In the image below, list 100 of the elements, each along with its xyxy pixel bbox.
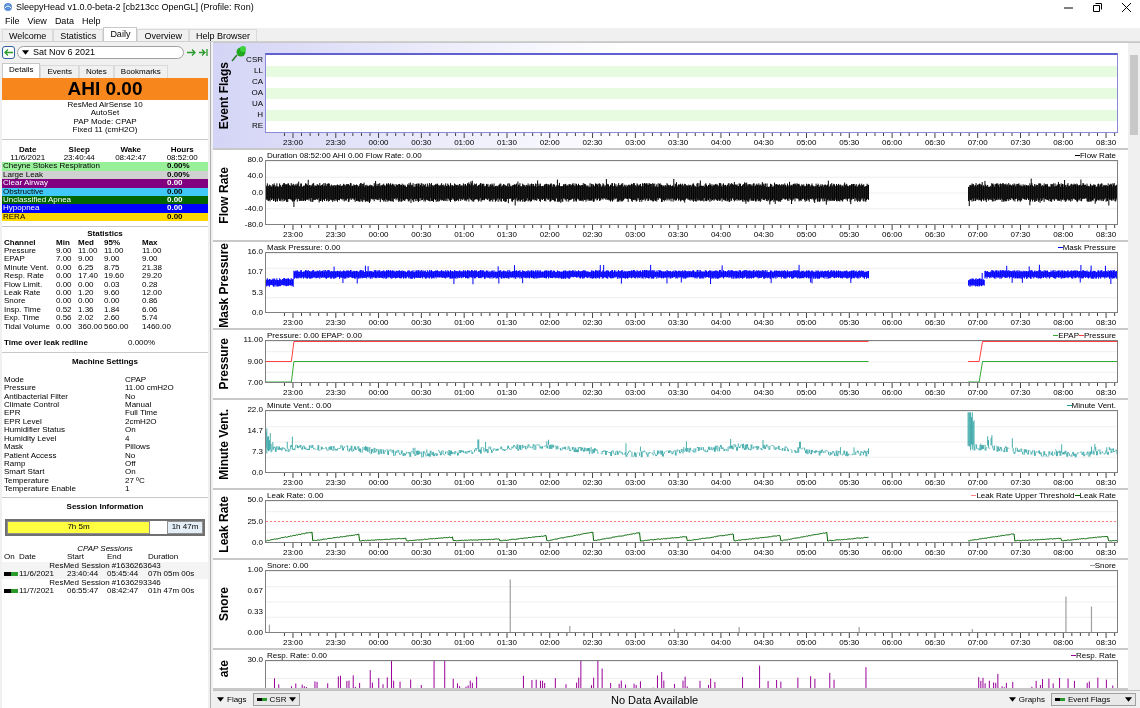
axis-tick-label: 0.0 xyxy=(251,539,263,547)
close-icon[interactable] xyxy=(1122,2,1131,12)
axis-tick-label: 1.00 xyxy=(247,566,263,574)
setting-name: Pressure xyxy=(4,384,37,393)
session-segment[interactable]: 7h 5m xyxy=(7,520,150,534)
scrollbar[interactable] xyxy=(1128,43,1140,690)
table-cell-text: Exp. Time xyxy=(4,314,41,323)
axis-tick-label: 07:00 xyxy=(967,319,988,327)
tab[interactable]: Notes xyxy=(78,65,114,78)
axis-tick-label: 06:00 xyxy=(882,319,903,327)
graph-label: Leak Rate xyxy=(217,495,231,553)
axis-tick-label: 05:00 xyxy=(796,319,817,327)
table-cell-text: 5.74 xyxy=(142,314,159,323)
session-enabled-indicator[interactable] xyxy=(4,589,18,594)
column-header: Max xyxy=(142,238,159,247)
session-enabled-indicator[interactable] xyxy=(4,572,18,577)
legend-label: Snore xyxy=(1094,561,1116,570)
axis-tick-label: 05:00 xyxy=(796,231,817,239)
axis-tick-label: 5.3 xyxy=(251,288,263,297)
status-message: No Data Available xyxy=(610,693,700,706)
tab[interactable]: Details xyxy=(2,63,41,78)
setting-value: 11.00 cmH2O xyxy=(125,384,175,393)
axis-tick-label: 23:00 xyxy=(282,549,303,557)
arrow-right-icon[interactable] xyxy=(187,48,196,56)
index-value: 0.00% xyxy=(167,162,191,171)
table-cell-text: 560.00 xyxy=(104,322,130,332)
index-value: 0.00 xyxy=(167,179,184,188)
column-header: Date xyxy=(18,145,38,155)
caret-icon xyxy=(1008,697,1016,702)
graphs-dropdown[interactable]: Event Flags xyxy=(1051,693,1136,706)
skip-to-end-icon[interactable] xyxy=(199,48,208,56)
table-cell-text: 2.60 xyxy=(104,314,121,323)
axis-tick-label: 0.0 xyxy=(251,309,263,317)
flags-menu-button[interactable]: Flags xyxy=(217,695,247,704)
axis-tick-label: 30.0 xyxy=(247,656,263,664)
tab[interactable]: Overview xyxy=(137,29,189,41)
axis-tick-label: 02:00 xyxy=(539,549,560,557)
table-cell-text: Pressure xyxy=(4,247,37,256)
setting-value: 1 xyxy=(125,485,131,494)
setting-name: Patient Access xyxy=(4,451,58,460)
tab[interactable]: Statistics xyxy=(53,29,104,41)
menu-item[interactable]: File xyxy=(2,16,23,26)
session-segment[interactable]: 1h 47m xyxy=(167,520,203,534)
caret-icon xyxy=(289,697,297,702)
table-cell-text: 1.36 xyxy=(78,305,95,315)
legend-label: EPAP xyxy=(1058,331,1079,340)
axis-tick-label: 05:30 xyxy=(839,139,860,147)
menu-item[interactable]: View xyxy=(24,16,50,26)
axis-tick-label: 03:00 xyxy=(625,139,646,147)
axis-tick-label: 03:30 xyxy=(668,479,689,487)
axis-tick-label: 03:00 xyxy=(625,549,646,557)
maximize-icon[interactable] xyxy=(1093,2,1102,12)
graph-title: Pressure: 0.00 EPAP: 0.00 xyxy=(267,331,362,340)
axis-tick-label: 03:30 xyxy=(668,389,689,397)
axis-tick-label: 01:30 xyxy=(496,389,517,397)
table-cell-text: 0.56 xyxy=(56,314,73,323)
graphs-menu-button[interactable]: Graphs xyxy=(1008,695,1045,704)
axis-tick-label: 11.00 xyxy=(243,336,263,344)
graph-label: Pressure xyxy=(217,338,231,390)
axis-tick-label: 07:00 xyxy=(967,389,988,397)
setting-name: Mask xyxy=(4,443,24,452)
axis-tick-label: 07:30 xyxy=(1010,231,1031,239)
axis-tick-label: 08:30 xyxy=(1096,139,1117,147)
axis-tick-label: 23:00 xyxy=(282,231,303,239)
table-cell-text: 12.00 xyxy=(142,289,164,298)
index-value: 0.00 xyxy=(167,187,184,196)
axis-tick-label: 07:00 xyxy=(967,231,988,239)
tab[interactable]: Help Browser xyxy=(188,29,257,41)
setting-name: EPR xyxy=(4,409,22,418)
flags-dropdown[interactable]: CSR xyxy=(252,693,301,706)
table-cell-text: Flow Limit. xyxy=(4,280,44,289)
ahi-banner: AHI 0.00 xyxy=(2,78,208,100)
tab[interactable]: Daily xyxy=(103,27,138,41)
setting-value: CPAP xyxy=(125,375,148,385)
scrollbar-thumb[interactable] xyxy=(1130,55,1138,135)
graph-title: Resp. Rate: 0.00 xyxy=(267,651,328,660)
menu-item[interactable]: Help xyxy=(78,16,104,26)
axis-tick-label: 08:00 xyxy=(1053,389,1074,397)
axis-tick-label: 10.7 xyxy=(247,268,263,277)
tab[interactable]: Welcome xyxy=(2,29,54,41)
flag-row-label: UA xyxy=(251,100,263,108)
tab[interactable]: Events xyxy=(40,65,79,78)
axis-tick-label: 02:00 xyxy=(539,389,560,397)
date-dropdown[interactable]: Sat Nov 6 2021 xyxy=(17,45,184,59)
back-button[interactable] xyxy=(2,45,15,59)
tab[interactable]: Bookmarks xyxy=(113,65,168,78)
axis-tick-label: 00:00 xyxy=(368,479,389,487)
table-cell-text: 19.60 xyxy=(104,272,126,281)
axis-tick-label: 08:00 xyxy=(1053,139,1074,147)
axis-tick-label: 02:30 xyxy=(582,231,603,239)
table-cell-text: 0.00 xyxy=(56,280,73,289)
axis-tick-label: 7.00 xyxy=(247,379,263,387)
table-cell-text: 9.00 xyxy=(78,255,95,264)
table-cell-text: 0.00 xyxy=(104,297,121,306)
flag-row-label: LL xyxy=(254,67,263,75)
index-value: 0.00 xyxy=(167,196,184,205)
axis-tick-label: 01:30 xyxy=(496,319,517,327)
axis-tick-label: 06:30 xyxy=(924,549,945,557)
menu-item[interactable]: Data xyxy=(51,16,77,26)
axis-tick-label: 00:30 xyxy=(411,139,432,147)
